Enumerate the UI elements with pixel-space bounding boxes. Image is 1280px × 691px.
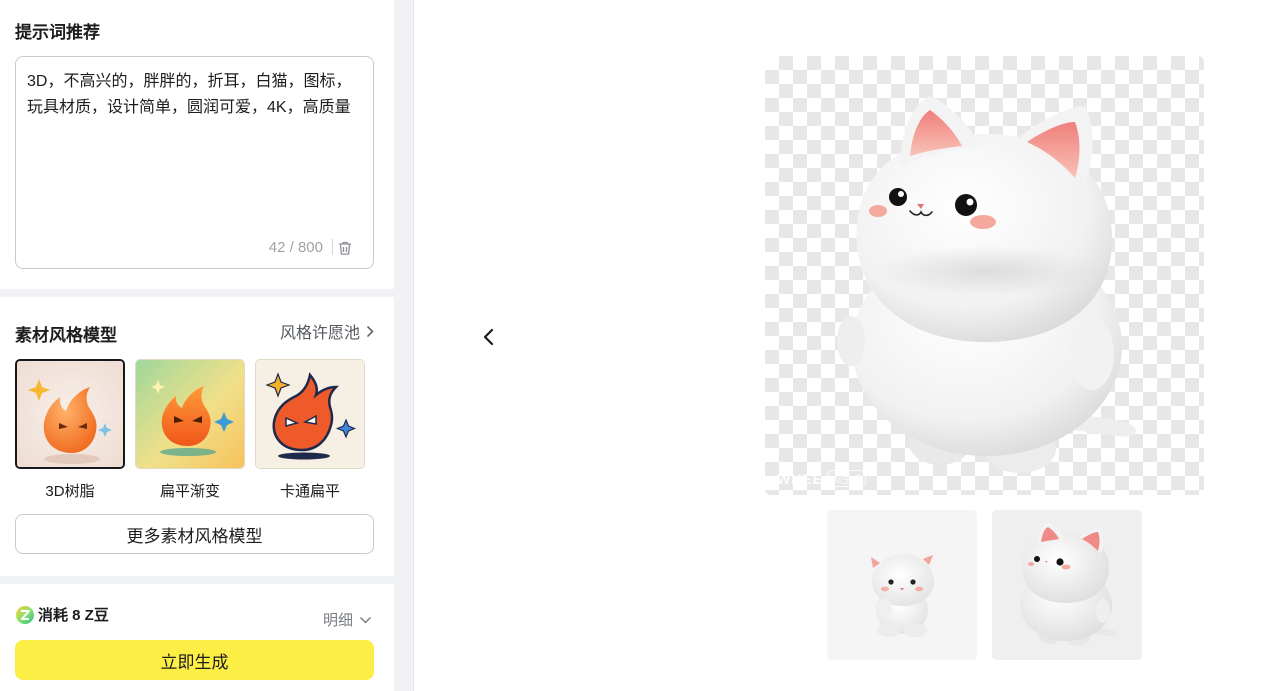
style-card-cartoon-flat[interactable]: 卡通扁平 [255, 359, 365, 501]
z-coin-icon [16, 605, 34, 624]
style-wish-pool-link[interactable]: 风格许愿池 [280, 319, 374, 343]
sitting-cat-figure [868, 551, 937, 637]
left-panel: 提示词推荐 3D，不高兴的，胖胖的，折耳，白猫，图标，玩具材质，设计简单，圆润可… [0, 0, 394, 691]
watermark-text: WHEE [777, 470, 823, 487]
panel-divider [394, 0, 414, 691]
style-card-flat-gradient[interactable]: 扁平渐变 [135, 359, 245, 501]
cost-label: 消耗 8 Z豆 [38, 607, 109, 624]
cost-detail-dropdown[interactable]: 明细 [323, 609, 372, 630]
style-cards: 3D树脂 扁平渐变 卡通扁平 [15, 359, 365, 501]
style-thumb-cartoon-flat [255, 359, 365, 469]
style-card-label: 卡通扁平 [279, 483, 340, 500]
prompt-input[interactable]: 3D，不高兴的，胖胖的，折耳，白猫，图标，玩具材质，设计简单，圆润可爱，4K，高… [15, 56, 374, 269]
white-cat-figure [837, 96, 1136, 473]
flame-mascot-gradient-icon [136, 360, 244, 468]
detail-label: 明细 [322, 612, 353, 629]
watermark: WHEE AI生成 [777, 470, 867, 487]
generate-section: 消耗 8 Z豆 明细 立即生成 [0, 584, 394, 691]
style-card-label: 3D树脂 [45, 483, 95, 500]
style-card-3d-resin[interactable]: 3D树脂 [15, 359, 125, 501]
prompt-text[interactable]: 3D，不高兴的，胖胖的，折耳，白猫，图标，玩具材质，设计简单，圆润可爱，4K，高… [27, 69, 362, 120]
char-counter: 42 / 800 [268, 239, 323, 256]
style-wish-pool-label: 风格许愿池 [279, 325, 360, 342]
chubby-cat-figure [1020, 522, 1118, 646]
style-section: 素材风格模型 风格许愿池 3D树脂 扁平渐变 卡通扁平 更多素材风格模型 [0, 297, 394, 576]
flame-mascot-3d-icon [17, 361, 123, 467]
trash-icon[interactable] [337, 240, 353, 256]
style-section-title: 素材风格模型 [15, 326, 117, 345]
watermark-badge: AI生成 [827, 470, 867, 487]
chevron-left-icon[interactable] [478, 325, 500, 349]
app: 提示词推荐 3D，不高兴的，胖胖的，折耳，白猫，图标，玩具材质，设计简单，圆润可… [0, 0, 1280, 691]
chevron-down-icon [359, 616, 372, 624]
flame-mascot-cartoon-icon [256, 360, 364, 468]
prompt-section-title: 提示词推荐 [15, 23, 100, 42]
style-thumb-flat-gradient [135, 359, 245, 469]
prompt-section: 提示词推荐 3D，不高兴的，胖胖的，折耳，白猫，图标，玩具材质，设计简单，圆润可… [0, 0, 394, 289]
style-card-label: 扁平渐变 [159, 483, 220, 500]
counter-divider [332, 239, 333, 255]
generate-button[interactable]: 立即生成 [15, 640, 374, 680]
main-preview-image[interactable]: WHEE AI生成 [765, 56, 1204, 495]
result-thumbnail-1[interactable] [827, 510, 977, 660]
style-thumb-3d-resin [15, 359, 125, 469]
more-style-models-button[interactable]: 更多素材风格模型 [15, 514, 374, 554]
chevron-right-icon [366, 325, 374, 337]
cost-info: 消耗 8 Z豆 [15, 604, 109, 625]
result-thumbnail-2[interactable] [992, 510, 1142, 660]
